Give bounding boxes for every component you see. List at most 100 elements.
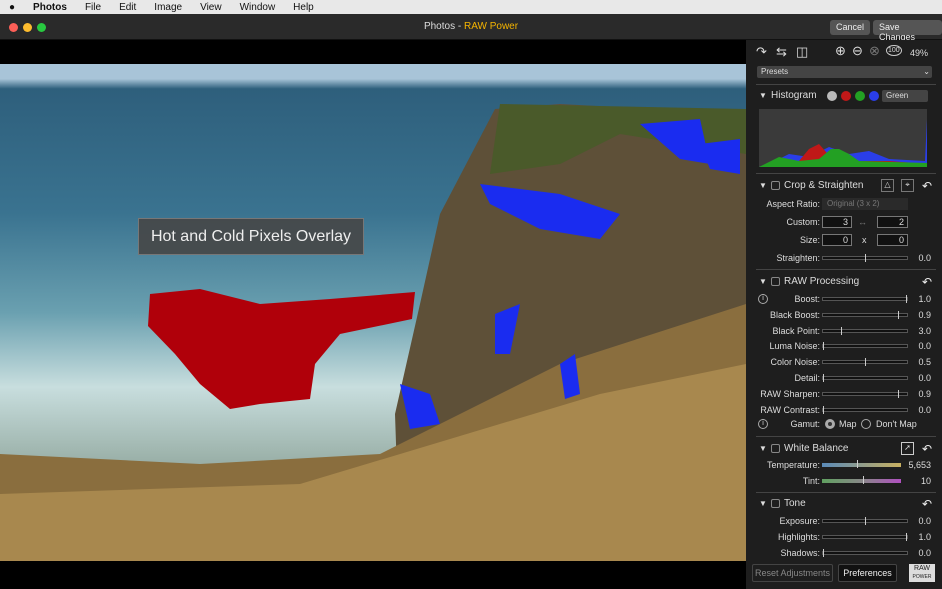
channel-blue-button[interactable]: [869, 91, 879, 101]
info-icon[interactable]: i: [758, 294, 768, 304]
raw-slider[interactable]: [822, 295, 908, 303]
window-title: Photos - RAW Power: [0, 21, 942, 32]
compare-icon[interactable]: ◫: [796, 44, 808, 60]
slider-thumb[interactable]: [864, 254, 866, 262]
size-height-input[interactable]: 0: [877, 234, 908, 246]
raw-checkbox[interactable]: [771, 277, 780, 286]
raw-slider[interactable]: [822, 342, 908, 351]
tone-slider[interactable]: [822, 517, 908, 525]
tone-slider[interactable]: [822, 548, 908, 557]
gamut-dont-map-radio[interactable]: [861, 419, 871, 429]
tone-checkbox[interactable]: [771, 499, 780, 508]
slider-thumb[interactable]: [841, 326, 843, 335]
slider-thumb[interactable]: [897, 310, 899, 319]
undo-icon[interactable]: ↶: [922, 497, 932, 511]
size-x: x: [862, 235, 867, 245]
gamut-dont-map-label: Don't Map: [876, 419, 917, 429]
disclosure-icon[interactable]: ▼: [759, 277, 767, 286]
swap-icon[interactable]: ↔: [858, 217, 867, 227]
undo-icon[interactable]: ↶: [922, 442, 932, 456]
histogram-header: ▼ Histogram Green: [746, 89, 942, 105]
raw-power-logo: RAW POWER: [909, 564, 935, 582]
undo-icon[interactable]: ↶: [922, 179, 932, 193]
channel-select[interactable]: Green: [882, 90, 928, 102]
slider-thumb[interactable]: [863, 476, 865, 484]
custom-row: Custom: 3 ↔ 2: [746, 215, 942, 229]
slider-thumb[interactable]: [823, 548, 824, 557]
preferences-button[interactable]: Preferences: [838, 564, 897, 582]
menu-window[interactable]: Window: [231, 2, 285, 13]
wb-checkbox[interactable]: [771, 444, 780, 453]
size-width-input[interactable]: 0: [822, 234, 852, 246]
apple-menu-icon[interactable]: ●: [0, 2, 24, 13]
photo-canvas[interactable]: Hot and Cold Pixels Overlay: [0, 64, 746, 561]
raw-slider[interactable]: [822, 358, 908, 367]
slider-label: Exposure:: [779, 516, 820, 526]
slider-thumb[interactable]: [823, 405, 824, 414]
channel-red-button[interactable]: [841, 91, 851, 101]
divider: [756, 269, 936, 270]
menu-view[interactable]: View: [191, 2, 231, 13]
aspect-ratio-select[interactable]: Original (3 x 2): [822, 198, 908, 210]
reset-adjustments-button[interactable]: Reset Adjustments: [752, 564, 833, 582]
zoom-out-icon[interactable]: ⊖: [852, 43, 863, 59]
zoom-actual-icon[interactable]: 100: [886, 45, 902, 56]
tone-slider[interactable]: [822, 532, 908, 541]
raw-row: Color Noise: 0.5: [746, 355, 942, 369]
slider-thumb[interactable]: [864, 517, 866, 525]
overlay-tooltip: Hot and Cold Pixels Overlay: [138, 218, 364, 255]
slider-thumb[interactable]: [906, 295, 907, 303]
straighten-tool-icon[interactable]: △: [881, 179, 894, 192]
straighten-slider[interactable]: [822, 254, 908, 262]
divider: [756, 492, 936, 493]
raw-slider[interactable]: [822, 310, 908, 319]
zoom-in-icon[interactable]: ⊕: [835, 43, 846, 59]
slider-thumb[interactable]: [897, 389, 899, 398]
slider-value: 0.9: [918, 309, 931, 320]
menu-file[interactable]: File: [76, 2, 110, 13]
crop-checkbox[interactable]: [771, 181, 780, 190]
channel-value: Green: [886, 91, 909, 100]
rotate-icon[interactable]: ↷: [756, 44, 767, 60]
wb-title: White Balance: [784, 443, 849, 454]
crop-tool-icon[interactable]: ⌖: [901, 179, 914, 192]
disclosure-icon[interactable]: ▼: [759, 181, 767, 190]
save-changes-button[interactable]: Save Changes: [873, 20, 942, 42]
channel-all-button[interactable]: [827, 91, 837, 101]
cancel-button[interactable]: Cancel: [830, 20, 871, 35]
presets-dropdown[interactable]: Presets ⌄: [757, 66, 932, 78]
disclosure-icon[interactable]: ▼: [759, 91, 767, 100]
straighten-value: 0.0: [918, 253, 931, 263]
wb-header: ▼ White Balance ➚ ↶: [746, 442, 942, 458]
slider-label: Color Noise:: [770, 357, 820, 368]
disclosure-icon[interactable]: ▼: [759, 444, 767, 453]
custom-width-input[interactable]: 3: [822, 216, 852, 228]
channel-green-button[interactable]: [855, 91, 865, 101]
temperature-slider[interactable]: [822, 460, 901, 468]
raw-title: RAW Processing: [784, 276, 860, 287]
menu-edit[interactable]: Edit: [110, 2, 145, 13]
menu-image[interactable]: Image: [145, 2, 191, 13]
gamut-map-radio[interactable]: [825, 419, 835, 429]
raw-slider[interactable]: [822, 389, 908, 398]
slider-thumb[interactable]: [864, 358, 866, 367]
disclosure-icon[interactable]: ▼: [759, 499, 767, 508]
slider-thumb[interactable]: [823, 342, 824, 351]
custom-height-input[interactable]: 2: [877, 216, 908, 228]
info-icon[interactable]: i: [758, 419, 768, 429]
zoom-fit-icon[interactable]: ⊗: [869, 43, 880, 59]
histogram-title: Histogram: [771, 90, 817, 101]
menu-help[interactable]: Help: [284, 2, 323, 13]
gamut-map-label: Map: [839, 419, 857, 429]
eyedropper-icon[interactable]: ➚: [901, 442, 914, 455]
menu-photos[interactable]: Photos: [24, 2, 76, 13]
flip-icon[interactable]: ⇆: [776, 44, 787, 60]
slider-thumb[interactable]: [823, 374, 824, 382]
raw-slider[interactable]: [822, 405, 908, 414]
tint-slider[interactable]: [822, 476, 901, 484]
raw-slider[interactable]: [822, 374, 908, 382]
undo-icon[interactable]: ↶: [922, 275, 932, 289]
slider-thumb[interactable]: [906, 532, 907, 541]
raw-slider[interactable]: [822, 326, 908, 335]
slider-thumb[interactable]: [856, 460, 858, 468]
